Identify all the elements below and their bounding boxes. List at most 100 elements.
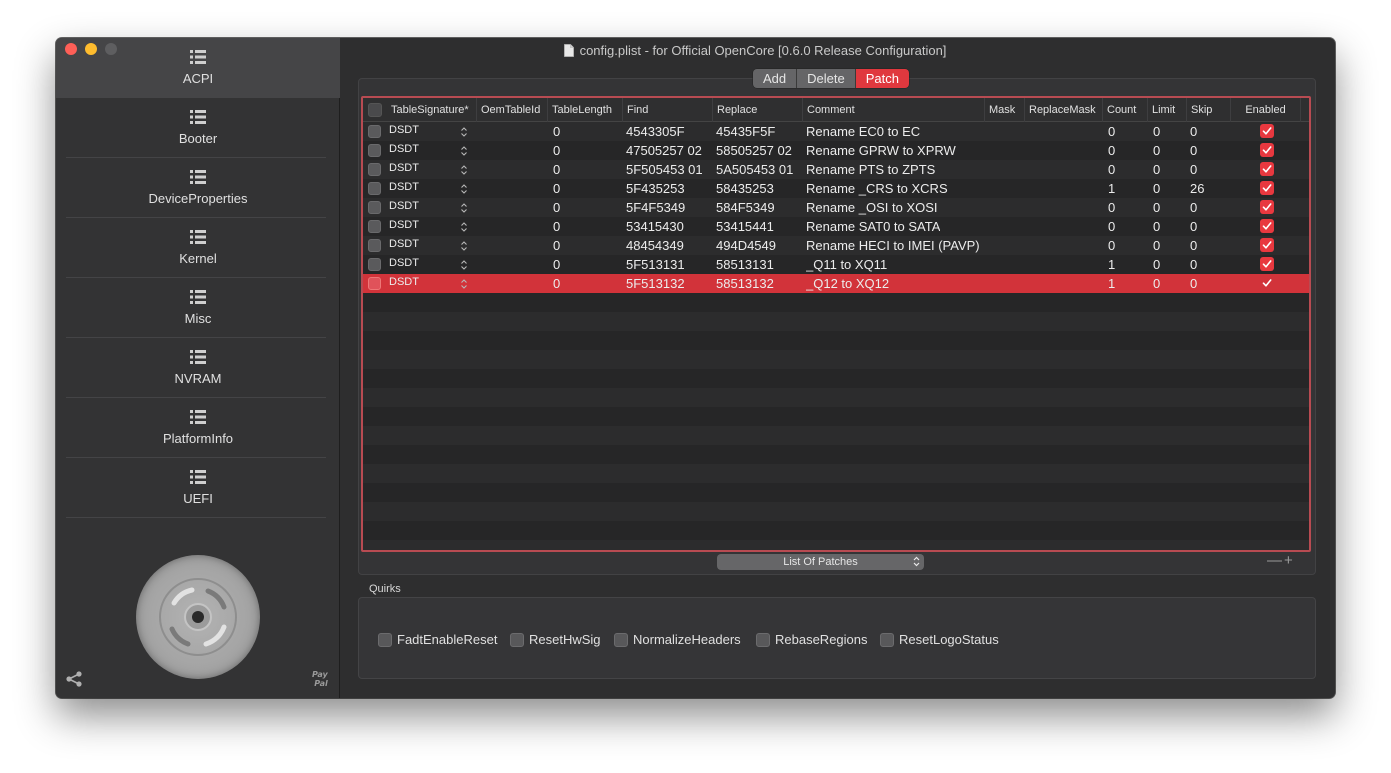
cell-skip[interactable]: 0 (1190, 217, 1197, 236)
cell-find[interactable]: 5F4F5349 (626, 198, 685, 217)
column-header[interactable]: Limit (1148, 98, 1187, 122)
cell-limit[interactable]: 0 (1153, 179, 1160, 198)
table-row[interactable]: DSDT 0 47505257 02 58505257 02 Rename GPRW t… (363, 141, 1309, 160)
cell-count[interactable]: 0 (1108, 198, 1115, 217)
quirk-fadtenablereset[interactable]: FadtEnableReset (378, 632, 497, 647)
row-checkbox[interactable] (368, 163, 381, 176)
column-header[interactable]: Mask (985, 98, 1025, 122)
cell-limit[interactable]: 0 (1153, 122, 1160, 141)
row-checkbox[interactable] (368, 239, 381, 252)
enabled-checkbox[interactable] (1260, 200, 1274, 214)
sidebar-item-booter[interactable]: Booter (56, 98, 340, 158)
enabled-checkbox[interactable] (1260, 162, 1274, 176)
cell-comment[interactable]: _Q12 to XQ12 (806, 274, 889, 293)
table-row[interactable]: DSDT 0 5F513131 58513131 _Q11 to XQ11 1 0 0 (363, 255, 1309, 274)
quirk-resethwsig[interactable]: ResetHwSig (510, 632, 601, 647)
sidebar-item-uefi[interactable]: UEFI (56, 458, 340, 518)
cell-limit[interactable]: 0 (1153, 217, 1160, 236)
sidebar-item-misc[interactable]: Misc (56, 278, 340, 338)
signature-stepper-icon[interactable] (460, 125, 468, 137)
cell-len[interactable]: 0 (553, 198, 560, 217)
cell-replace[interactable]: 58513131 (716, 255, 774, 274)
paypal-logo[interactable]: Pay Pal (312, 670, 328, 688)
cell-limit[interactable]: 0 (1153, 141, 1160, 160)
minimize-window-button[interactable] (85, 43, 97, 55)
row-checkbox[interactable] (368, 220, 381, 233)
cell-sig[interactable]: DSDT (389, 122, 419, 141)
column-header[interactable]: Count (1103, 98, 1148, 122)
cell-skip[interactable]: 0 (1190, 160, 1197, 179)
cell-sig[interactable]: DSDT (389, 255, 419, 274)
cell-replace[interactable]: 5A505453 01 (716, 160, 793, 179)
enabled-checkbox[interactable] (1260, 276, 1274, 290)
cell-len[interactable]: 0 (553, 236, 560, 255)
quirk-checkbox[interactable] (756, 632, 770, 647)
cell-comment[interactable]: Rename GPRW to XPRW (806, 141, 956, 160)
cell-replace[interactable]: 58435253 (716, 179, 774, 198)
cell-replace[interactable]: 45435F5F (716, 122, 775, 141)
add-remove-row-buttons[interactable]: —+ (1267, 553, 1295, 569)
cell-comment[interactable]: Rename HECI to IMEI (PAVP) (806, 236, 980, 255)
cell-skip[interactable]: 26 (1190, 179, 1204, 198)
cell-find[interactable]: 48454349 (626, 236, 684, 255)
cell-replace[interactable]: 494D4549 (716, 236, 776, 255)
signature-stepper-icon[interactable] (460, 144, 468, 156)
row-checkbox[interactable] (368, 182, 381, 195)
cell-len[interactable]: 0 (553, 255, 560, 274)
cell-replace[interactable]: 58505257 02 (716, 141, 792, 160)
column-header[interactable]: TableLength (548, 98, 623, 122)
table-row[interactable]: DSDT 0 5F505453 01 5A505453 01 Rename PTS to… (363, 160, 1309, 179)
cell-count[interactable]: 0 (1108, 236, 1115, 255)
signature-stepper-icon[interactable] (460, 239, 468, 251)
cell-replace[interactable]: 53415441 (716, 217, 774, 236)
cell-count[interactable]: 0 (1108, 141, 1115, 160)
enabled-checkbox[interactable] (1260, 181, 1274, 195)
cell-comment[interactable]: Rename PTS to ZPTS (806, 160, 935, 179)
row-checkbox[interactable] (368, 144, 381, 157)
quirk-resetlogostatus[interactable]: ResetLogoStatus (880, 632, 999, 647)
table-row[interactable]: DSDT 0 53415430 53415441 Rename SAT0 to SATA… (363, 217, 1309, 236)
cell-len[interactable]: 0 (553, 141, 560, 160)
cell-len[interactable]: 0 (553, 179, 560, 198)
cell-skip[interactable]: 0 (1190, 198, 1197, 217)
cell-replace[interactable]: 58513132 (716, 274, 774, 293)
quirk-rebaseregions[interactable]: RebaseRegions (756, 632, 868, 647)
quirk-checkbox[interactable] (614, 632, 628, 647)
cell-count[interactable]: 1 (1108, 274, 1115, 293)
cell-find[interactable]: 47505257 02 (626, 141, 702, 160)
column-header[interactable]: Comment (803, 98, 985, 122)
zoom-window-button[interactable] (105, 43, 117, 55)
enabled-checkbox[interactable] (1260, 257, 1274, 271)
cell-find[interactable]: 5F513132 (626, 274, 685, 293)
sidebar-item-nvram[interactable]: NVRAM (56, 338, 340, 398)
column-header[interactable]: Skip (1187, 98, 1231, 122)
cell-skip[interactable]: 0 (1190, 255, 1197, 274)
cell-count[interactable]: 1 (1108, 179, 1115, 198)
cell-len[interactable]: 0 (553, 122, 560, 141)
table-row[interactable]: DSDT 0 5F513132 58513132 _Q12 to XQ12 1 0 0 (363, 274, 1309, 293)
cell-skip[interactable]: 0 (1190, 122, 1197, 141)
cell-len[interactable]: 0 (553, 160, 560, 179)
column-header[interactable]: Enabled (1231, 98, 1301, 122)
signature-stepper-icon[interactable] (460, 182, 468, 194)
cell-comment[interactable]: Rename EC0 to EC (806, 122, 920, 141)
table-row[interactable]: DSDT 0 48454349 494D4549 Rename HECI to IMEI… (363, 236, 1309, 255)
cell-sig[interactable]: DSDT (389, 179, 419, 198)
cell-sig[interactable]: DSDT (389, 236, 419, 255)
tab-add[interactable]: Add (753, 69, 798, 88)
table-row[interactable]: DSDT 0 4543305F 45435F5F Rename EC0 to EC 0 0 0 (363, 122, 1309, 141)
cell-find[interactable]: 4543305F (626, 122, 685, 141)
cell-len[interactable]: 0 (553, 274, 560, 293)
column-header[interactable]: Find (623, 98, 713, 122)
share-icon[interactable] (65, 670, 83, 688)
quirk-checkbox[interactable] (880, 632, 894, 647)
cell-count[interactable]: 0 (1108, 217, 1115, 236)
cell-limit[interactable]: 0 (1153, 236, 1160, 255)
cell-comment[interactable]: Rename _CRS to XCRS (806, 179, 948, 198)
cell-limit[interactable]: 0 (1153, 255, 1160, 274)
cell-limit[interactable]: 0 (1153, 274, 1160, 293)
table-row[interactable]: DSDT 0 5F435253 58435253 Rename _CRS to XCRS… (363, 179, 1309, 198)
cell-limit[interactable]: 0 (1153, 198, 1160, 217)
sidebar-item-platforminfo[interactable]: PlatformInfo (56, 398, 340, 458)
quirk-checkbox[interactable] (378, 632, 392, 647)
